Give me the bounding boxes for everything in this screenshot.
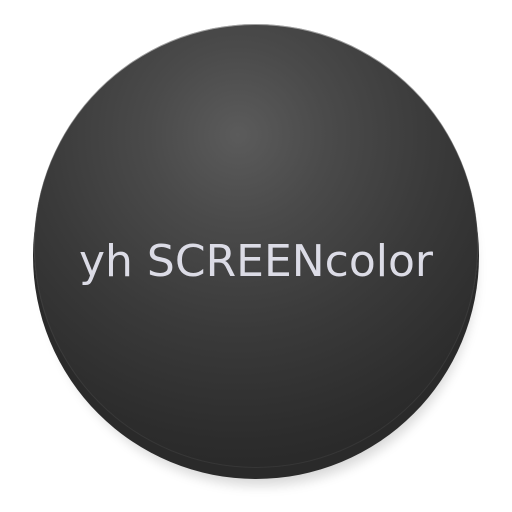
icon-label: yh SCREENcolor [79, 236, 433, 287]
app-icon: yh SCREENcolor [0, 0, 512, 512]
